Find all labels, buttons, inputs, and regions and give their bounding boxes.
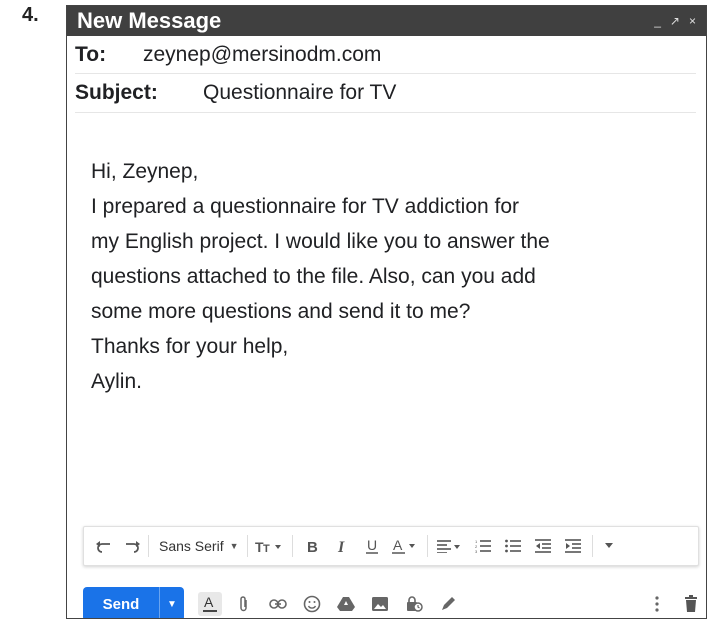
formatting-toolbar: Sans Serif ▼ TT B I U A 123 [83,526,699,566]
svg-text:U: U [367,538,377,553]
question-number: 4. [22,4,39,26]
subject-field[interactable]: Questionnaire for TV [203,81,396,105]
toolbar-divider [291,535,293,557]
drive-icon[interactable] [334,592,358,616]
toolbar-divider [148,535,149,557]
svg-text:I: I [337,539,345,553]
to-field[interactable]: zeynep@mersinodm.com [143,43,381,67]
bold-icon[interactable]: B [297,539,327,553]
formatting-options-icon[interactable]: A [198,592,222,616]
subject-label: Subject: [75,81,158,104]
message-body[interactable]: Hi, Zeynep, I prepared a questionnaire f… [91,154,681,399]
body-line: questions attached to the file. Also, ca… [91,265,536,288]
trash-icon[interactable] [679,592,703,616]
toolbar-divider [591,535,593,557]
compose-window: New Message _ ↗ × To: zeynep@mersinodm.c… [66,5,707,619]
more-formatting-icon[interactable] [597,543,621,549]
toolbar-divider [426,535,428,557]
body-line: Aylin. [91,370,142,393]
to-field-row[interactable]: To: zeynep@mersinodm.com [75,36,696,74]
text-color-icon[interactable]: A [387,538,423,554]
more-options-icon[interactable] [645,592,669,616]
redo-icon[interactable] [118,539,144,553]
minimize-icon[interactable]: _ [654,15,661,27]
body-line: I prepared a questionnaire for TV addict… [91,195,520,218]
compose-action-bar: Send ▼ A [83,587,703,618]
signature-icon[interactable] [436,592,460,616]
svg-text:T: T [263,543,270,553]
body-line: my English project. I would like you to … [91,230,550,253]
toolbar-divider [246,535,248,557]
underline-icon[interactable]: U [357,538,387,554]
link-icon[interactable] [266,592,290,616]
font-size-icon[interactable]: TT [252,539,288,553]
send-button[interactable]: Send [83,587,159,618]
body-line: Hi, Zeynep, [91,160,199,183]
align-icon[interactable] [432,539,468,553]
svg-text:A: A [393,538,403,553]
svg-text:A: A [204,595,214,610]
photo-icon[interactable] [368,592,392,616]
font-family-label: Sans Serif [159,538,224,554]
confidential-icon[interactable] [402,592,426,616]
font-family-select[interactable]: Sans Serif ▼ [159,538,239,554]
close-icon[interactable]: × [689,15,696,27]
send-button-group: Send ▼ [83,587,184,618]
undo-icon[interactable] [92,539,118,553]
compose-title-bar: New Message _ ↗ × [67,6,706,36]
body-line: Thanks for your help, [91,335,289,358]
italic-icon[interactable]: I [327,539,357,553]
numbered-list-icon[interactable]: 123 [468,539,498,553]
to-label: To: [75,42,107,66]
chevron-down-icon: ▼ [229,541,239,551]
expand-icon[interactable]: ↗ [670,15,680,27]
emoji-icon[interactable] [300,592,324,616]
body-line: some more questions and send it to me? [91,300,471,323]
svg-text:3: 3 [475,549,478,553]
attach-icon[interactable] [232,592,256,616]
indent-less-icon[interactable] [528,539,558,553]
subject-field-row[interactable]: Subject: Questionnaire for TV [75,74,696,113]
bulleted-list-icon[interactable] [498,539,528,553]
send-options-icon[interactable]: ▼ [159,587,184,618]
indent-more-icon[interactable] [558,539,588,553]
svg-text:B: B [307,539,318,553]
window-title: New Message [77,8,222,33]
